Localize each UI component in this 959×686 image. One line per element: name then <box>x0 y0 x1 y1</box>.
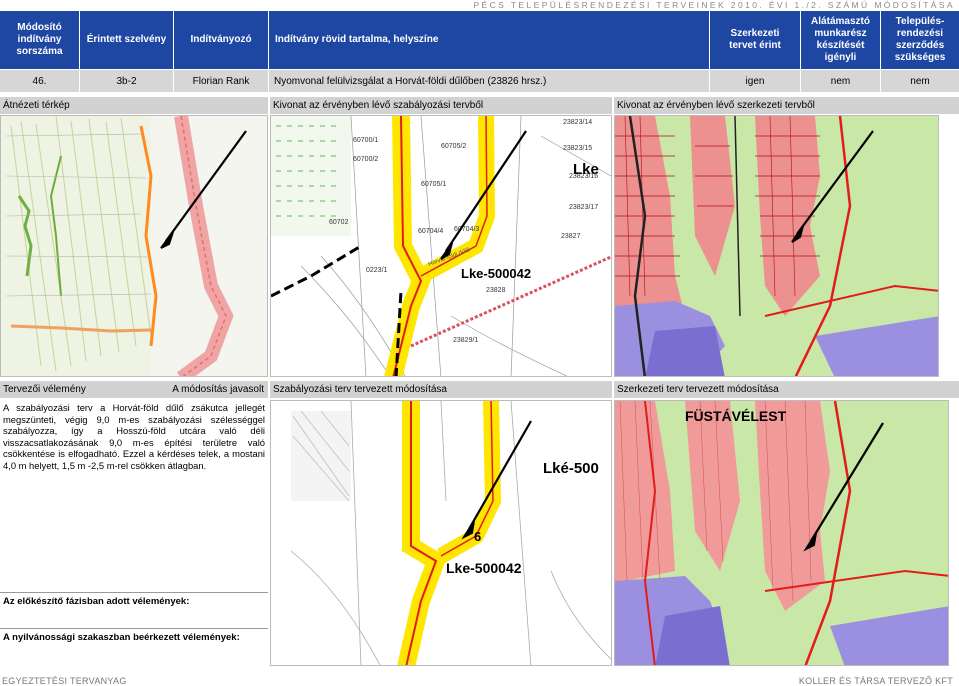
header-tartalom: Indítvány rövid tartalma, helyszíne <box>269 11 709 69</box>
panel-title-kivonat-szerk: Kivonat az érvényben lévő szerkezeti ter… <box>614 97 959 114</box>
header-alatamaszto: Alátámasztó munkarész készítését igényli <box>801 11 880 69</box>
panel-title-szab-modositas: Szabályozási terv tervezett módosítása <box>270 381 612 398</box>
header-telepules: Település-rendezési szerződés szükséges <box>881 11 959 69</box>
row-sorszam: 46. <box>0 70 79 92</box>
row-telepules: nem <box>881 70 959 92</box>
label-parcel: 60705/2 <box>441 143 466 150</box>
footer-left: EGYEZTETÉSI TERVANYAG <box>2 676 127 686</box>
structural-plan-current-map <box>614 115 939 377</box>
label-parcel: 60700/1 <box>353 137 378 144</box>
regulation-plan-current-map: Lke-500042 Lke 60705/2 60705/1 60700/2 6… <box>270 115 612 377</box>
panel-title-kivonat-szab: Kivonat az érvényben lévő szabályozási t… <box>270 97 612 114</box>
row-szerkezeti: igen <box>710 70 800 92</box>
header-inditvanyozo: Indítványozó <box>174 11 268 69</box>
tervezoi-velemeny-label: Tervezői vélemény <box>3 384 86 395</box>
regulation-plan-modified-map: Lke-500042 Lké-500 6 <box>270 400 612 666</box>
structural-plan-modified-map: FÜSTÁVÉLEST <box>614 400 949 666</box>
row-tartalom: Nyomvonal felülvizsgálat a Horvát-földi … <box>269 70 709 92</box>
label-parcel: 23827 <box>561 233 581 240</box>
overview-map <box>0 115 268 377</box>
label-parcel: 23829/1 <box>453 337 478 344</box>
label-parcel: 60704/4 <box>418 228 443 235</box>
designer-opinion-text: A szabályozási terv a Horvát-föld dűlő z… <box>3 402 265 471</box>
label-lke-500-new: Lké-500 <box>543 460 599 477</box>
label-parcel: 23828 <box>486 287 506 294</box>
label-lke-500042: Lke-500042 <box>461 266 531 281</box>
panel-title-szerk-modositas: Szerkezeti terv tervezett módosítása <box>614 381 959 398</box>
label-parcel: 23823/15 <box>563 145 592 152</box>
label-six: 6 <box>474 529 481 544</box>
row-szelveny: 3b-2 <box>80 70 173 92</box>
label-parcel: 60702 <box>329 219 349 226</box>
label-lke-500042-new: Lke-500042 <box>446 560 522 576</box>
public-phase-opinions: A nyilvánossági szakaszban beérkezett vé… <box>0 628 268 668</box>
javasolt-label: A módosítás javasolt <box>172 384 264 395</box>
label-parcel: 60700/2 <box>353 156 378 163</box>
document-title: PÉCS TELEPÜLÉSRENDEZÉSI TERVEINEK 2010. … <box>473 0 955 10</box>
panel-title-tervezoi: Tervezői vélemény A módosítás javasolt <box>0 381 268 398</box>
label-parcel: 23823/14 <box>563 119 592 126</box>
preparatory-phase-opinions: Az előkészítő fázisban adott vélemények: <box>0 592 268 632</box>
label-parcel: 0223/1 <box>366 267 388 274</box>
row-inditvanyozo: Florian Rank <box>174 70 268 92</box>
header-szerkezeti: Szerkezeti tervet érint <box>710 11 800 69</box>
label-parcel: 60705/1 <box>421 181 446 188</box>
label-parcel: 23823/17 <box>569 204 598 211</box>
panel-title-atnezeti: Átnézeti térkép <box>0 97 268 114</box>
row-alatamaszto: nem <box>801 70 880 92</box>
footer-right: KOLLER ÉS TÁRSA TERVEZŐ KFT <box>798 676 953 686</box>
header-szelveny: Érintett szelvény <box>80 11 173 69</box>
label-parcel: 23823/16 <box>569 173 598 180</box>
label-fustavelest: FÜSTÁVÉLEST <box>685 408 787 424</box>
header-sorszam: Módosító indítvány sorszáma <box>0 11 79 69</box>
